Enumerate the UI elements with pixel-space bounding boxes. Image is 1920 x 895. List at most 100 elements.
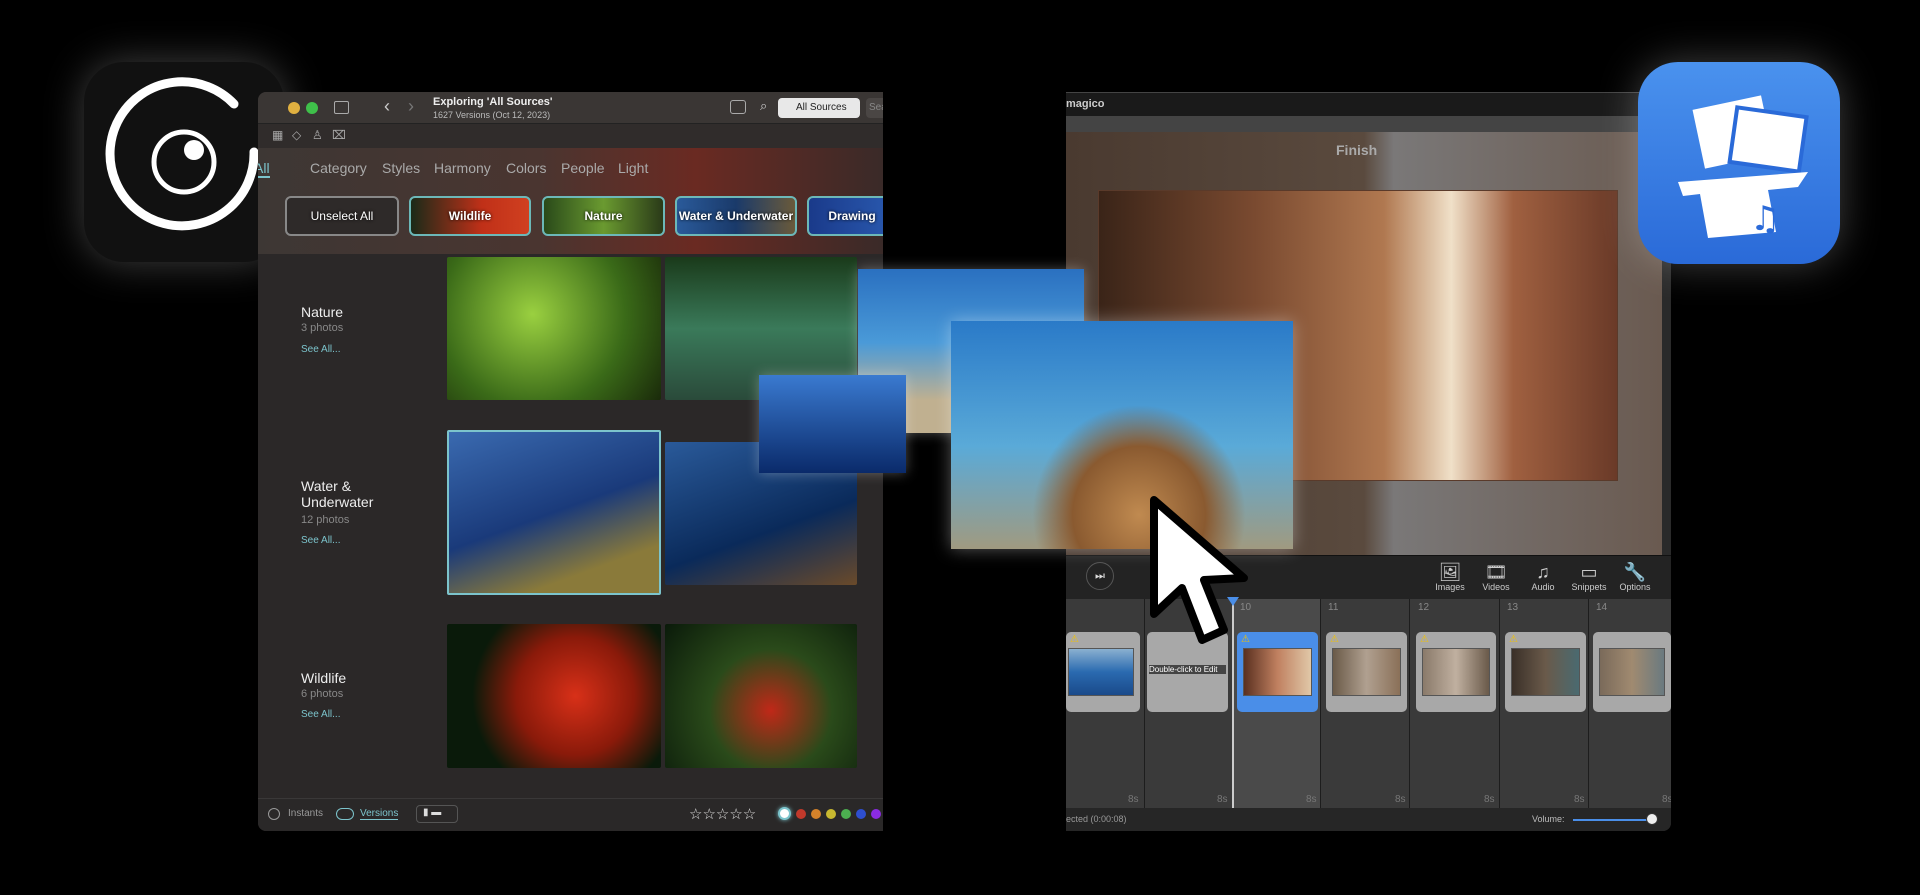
color-label-dot[interactable] — [841, 809, 851, 819]
snippets-label: Snippets — [1571, 582, 1607, 592]
face-search-icon[interactable]: ⌧ — [332, 128, 346, 142]
instants-label[interactable]: Instants — [288, 808, 323, 819]
tab-people[interactable]: People — [561, 160, 605, 176]
options-button[interactable]: 🔧 Options — [1612, 562, 1658, 592]
person-icon[interactable]: ♙ — [312, 128, 323, 142]
lens-logo-icon — [105, 77, 259, 231]
unselect-all-button[interactable]: Unselect All — [285, 196, 399, 236]
audio-button[interactable]: ♫ Audio — [1520, 562, 1566, 592]
zoom-button[interactable] — [306, 102, 318, 114]
minimize-button[interactable] — [288, 102, 300, 114]
tag-icon[interactable]: ◇ — [292, 128, 301, 142]
color-label-dot[interactable] — [811, 809, 821, 819]
tab-harmony[interactable]: Harmony — [434, 160, 491, 176]
see-all-link[interactable]: See All... — [301, 535, 340, 546]
snippets-button[interactable]: ▭ Snippets — [1566, 562, 1612, 592]
ruler-number: 12 — [1418, 602, 1430, 613]
videos-label: Videos — [1482, 582, 1510, 592]
section-title: Water & Underwater — [301, 478, 374, 510]
tab-light[interactable]: Light — [618, 160, 648, 176]
clip-text: Double-click to Edit — [1149, 665, 1226, 674]
volume-slider-knob[interactable] — [1646, 813, 1658, 825]
source-button-label: All Sources — [796, 102, 847, 113]
search-placeholder: Search — [869, 102, 883, 113]
color-labels — [778, 807, 881, 820]
calendar-icon[interactable]: ▦ — [272, 128, 283, 142]
search-input[interactable]: Search — [866, 98, 883, 118]
timeline-clip[interactable]: ⚠ — [1066, 632, 1140, 712]
color-label-dot[interactable] — [778, 807, 791, 820]
section-title: Nature — [301, 304, 344, 320]
instants-radio[interactable] — [268, 808, 280, 820]
clip-duration: 8s — [1306, 794, 1317, 805]
tab-styles[interactable]: Styles — [382, 160, 420, 176]
photo-thumbnail[interactable] — [665, 624, 857, 768]
chip-wildlife[interactable]: Wildlife — [409, 196, 531, 236]
section-count: 3 photos — [301, 322, 344, 334]
photo-thumbnail[interactable] — [447, 624, 661, 768]
sidebar-toggle-icon[interactable] — [334, 101, 349, 114]
clip-duration: 8s — [1128, 794, 1139, 805]
chip-water-underwater[interactable]: Water & Underwater — [675, 196, 797, 236]
toolbar-strip — [1066, 116, 1671, 132]
timeline-clip[interactable]: ⚠ — [1416, 632, 1496, 712]
tab-category[interactable]: Category — [310, 160, 367, 176]
skip-forward-button[interactable]: ⏭ — [1086, 562, 1114, 590]
search-icon[interactable]: ⌕ — [760, 98, 767, 114]
star-rating[interactable]: ☆☆☆☆☆ — [689, 805, 756, 823]
ruler-number: 14 — [1596, 602, 1608, 613]
clip-duration: 8s — [1217, 794, 1228, 805]
warning-icon: ⚠ — [1330, 634, 1339, 645]
wrench-icon: 🔧 — [1623, 562, 1647, 582]
chip-nature[interactable]: Nature — [542, 196, 665, 236]
images-label: Images — [1435, 582, 1465, 592]
color-label-dot[interactable] — [871, 809, 881, 819]
floating-photo — [759, 375, 906, 473]
film-icon: 🎞 — [1484, 562, 1508, 582]
volume-slider[interactable] — [1573, 819, 1653, 821]
title-bar: magico — [1066, 92, 1671, 116]
status-text: ected (0:00:08) — [1066, 814, 1127, 824]
options-label: Options — [1619, 582, 1651, 592]
images-button[interactable]: 🖼 Images — [1427, 562, 1473, 592]
warning-icon: ⚠ — [1509, 634, 1518, 645]
mouse-cursor-icon — [1150, 496, 1248, 644]
section-count: 12 photos — [301, 514, 350, 526]
ruler-number: 13 — [1507, 602, 1519, 613]
versions-label[interactable]: Versions — [360, 808, 399, 820]
image-icon: 🖼 — [1438, 562, 1462, 582]
comment-icon[interactable] — [730, 100, 746, 114]
ruler-number: 11 — [1328, 602, 1339, 613]
section-count: 6 photos — [301, 688, 344, 700]
forward-button[interactable]: › — [408, 96, 414, 117]
column-divider — [1409, 599, 1410, 808]
color-label-dot[interactable] — [826, 809, 836, 819]
tab-colors[interactable]: Colors — [506, 160, 546, 176]
photo-thumbnail[interactable] — [447, 257, 661, 400]
view-mode-toggle[interactable]: ▮ ▬ — [416, 805, 458, 823]
versions-icon[interactable] — [336, 808, 354, 820]
window-title: Exploring 'All Sources' — [433, 96, 553, 108]
clip-duration: 8s — [1484, 794, 1495, 805]
tab-all[interactable]: All — [258, 160, 270, 178]
timeline-clip[interactable]: ⚠ — [1326, 632, 1407, 712]
source-button[interactable]: All Sources — [778, 98, 860, 118]
timeline-clip[interactable]: ⚠ — [1505, 632, 1586, 712]
volume-label: Volume: — [1532, 814, 1565, 824]
section-title: Wildlife — [301, 670, 347, 686]
color-label-dot[interactable] — [856, 809, 866, 819]
clip-duration: 8s — [1395, 794, 1406, 805]
back-button[interactable]: ‹ — [384, 96, 390, 117]
color-label-dot[interactable] — [796, 809, 806, 819]
videos-button[interactable]: 🎞 Videos — [1473, 562, 1519, 592]
see-all-link[interactable]: See All... — [301, 709, 340, 720]
slideshow-app-icon: ♫ — [1638, 62, 1840, 264]
photo-thumbnail-selected[interactable] — [447, 430, 661, 595]
timeline-clip[interactable] — [1593, 632, 1671, 712]
clip-duration: 8s — [1662, 794, 1671, 805]
snippet-icon: ▭ — [1580, 562, 1598, 582]
footer-bar: Instants Versions ▮ ▬ ☆☆☆☆☆ — [258, 798, 883, 831]
chip-drawing[interactable]: Drawing — [807, 196, 883, 236]
preview-label: Finish — [1336, 142, 1378, 158]
see-all-link[interactable]: See All... — [301, 344, 340, 355]
